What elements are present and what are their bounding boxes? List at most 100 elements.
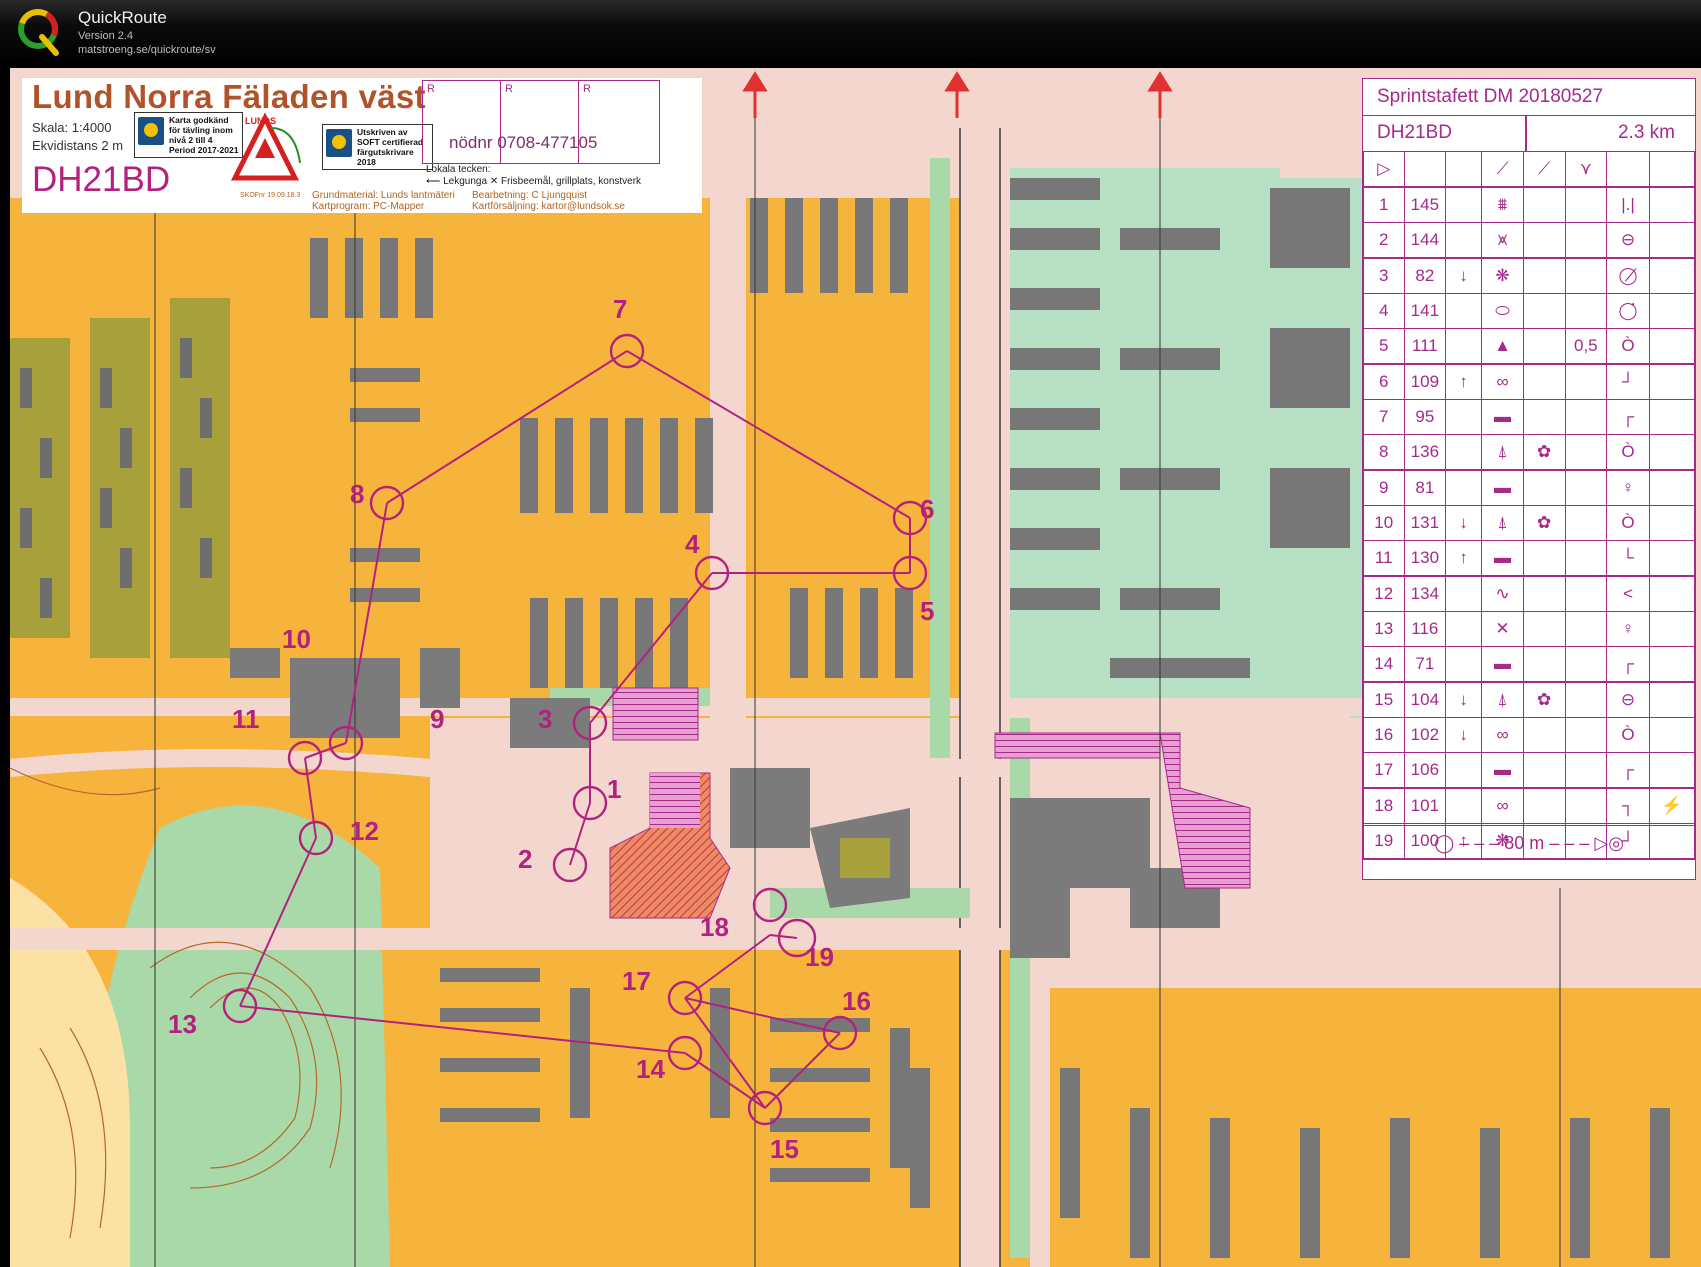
cd-row: 18 101 ∞ ┐ ⚡ (1363, 787, 1696, 824)
cd-appearance-icon (1522, 540, 1566, 577)
orienteering-map[interactable]: 7 8 6 5 4 3 1 2 10 9 11 12 13 14 15 16 1… (10, 68, 1701, 1267)
cd-control-number: 15 (1363, 681, 1405, 718)
cd-row: 9 81 ▬ ♀ (1363, 469, 1696, 506)
map-contour-interval: Ekvidistans 2 m (32, 138, 124, 153)
cd-dimension (1564, 293, 1608, 329)
cross-icon: ✕ (489, 176, 502, 187)
cd-other-icon (1648, 293, 1696, 329)
cd-other-icon (1648, 186, 1696, 223)
print-certification-badge: Utskriven av SOFT certifierad färgutskriv… (322, 124, 433, 170)
app-url[interactable]: matstroeng.se/quickroute/sv (78, 44, 216, 56)
cd-control-code: 81 (1403, 469, 1447, 506)
cd-other-icon (1648, 399, 1696, 435)
cd-direction-icon (1445, 752, 1483, 789)
cd-direction-icon: ↓ (1445, 505, 1483, 541)
cd-control-number: 8 (1363, 434, 1405, 471)
finish-end-icon: – – – ▷◎ (1544, 833, 1624, 853)
control-label: 13 (168, 1009, 197, 1039)
cd-control-code: 111 (1403, 328, 1447, 365)
cd-other-icon (1648, 540, 1696, 577)
soft-logo-icon (326, 129, 352, 157)
control-label: 19 (805, 942, 834, 972)
cd-control-number: 18 (1363, 787, 1405, 824)
cd-feature-icon: ⬭ (1481, 293, 1524, 329)
cd-class-row: DH21BD 2.3 km (1363, 115, 1695, 152)
cd-control-number: 3 (1363, 257, 1405, 294)
cd-control-code: 101 (1403, 787, 1447, 824)
cd-dimension (1564, 787, 1608, 824)
map-credits: Grundmaterial: Lunds lantmäteri Kartprogr… (312, 190, 455, 212)
cd-control-number: 2 (1363, 222, 1405, 259)
cd-feature-icon: ▬ (1481, 646, 1524, 683)
control-label: 17 (622, 966, 651, 996)
cd-row: 14 71 ▬ ┌ (1363, 646, 1696, 683)
cd-location-icon: ┌ (1606, 646, 1650, 683)
app-titlebar: QuickRoute Version 2.4 matstroeng.se/qui… (0, 0, 1701, 64)
cd-dimension (1564, 540, 1608, 577)
cd-control-number: 11 (1363, 540, 1405, 577)
control-label: 14 (636, 1054, 665, 1084)
cd-row: 15 104 ↓ ⍋ ✿ ⊖ (1363, 681, 1696, 718)
cd-row: 10 131 ↓ ⍋ ✿ Ò (1363, 505, 1696, 541)
cd-dimension (1564, 681, 1608, 718)
cd-location-icon: ⊖ (1606, 222, 1650, 259)
cd-appearance-icon (1522, 717, 1566, 753)
cd-control-number: 13 (1363, 611, 1405, 647)
cd-feature-icon: ✕ (1481, 611, 1524, 647)
crossing-icon: ⟋ (1522, 151, 1566, 188)
cd-appearance-icon (1522, 363, 1566, 400)
quickroute-logo-icon (18, 9, 59, 56)
cd-dimension: 0,5 (1564, 328, 1608, 365)
cd-length: 2.3 km (1617, 122, 1675, 143)
control-label: 1 (607, 774, 621, 804)
cd-location-icon: ♀ (1606, 469, 1650, 506)
cd-location-icon: Ò (1606, 434, 1650, 471)
emergency-phone: nödnr 0708-477105 (449, 133, 598, 152)
cd-control-code: 130 (1403, 540, 1447, 577)
cd-direction-icon: ↓ (1445, 681, 1483, 718)
cd-control-code: 145 (1403, 186, 1447, 223)
cd-row: 3 82 ↓ ❋ ◯̸ (1363, 257, 1696, 294)
cd-other-icon (1648, 752, 1696, 789)
svg-text:LUNDS: LUNDS (245, 116, 276, 126)
cd-event-title: Sprintstafett DM 20180527 (1363, 79, 1695, 116)
cd-class: DH21BD (1377, 122, 1452, 143)
recorded-controls-box: R R R nödnr 0708-477105 (422, 80, 660, 164)
cd-other-icon (1648, 222, 1696, 259)
control-label: 5 (920, 596, 934, 626)
cd-feature-icon: ⍋ (1481, 681, 1524, 718)
finish-start-icon: ◯ – – – (1434, 833, 1505, 853)
map-credits-2: Bearbetning: C Ljungquist Kartförsäljning… (472, 190, 625, 212)
cd-feature-icon: ⩩ (1481, 186, 1524, 223)
cd-feature-icon: ⍋ (1481, 505, 1524, 541)
cd-row: 17 106 ▬ ┌ (1363, 752, 1696, 789)
cd-location-icon: ┌ (1606, 399, 1650, 435)
cd-dimension (1564, 575, 1608, 612)
swing-icon: ⟵ (426, 176, 444, 187)
control-label: 4 (685, 529, 700, 559)
control-label: 8 (350, 479, 364, 509)
cd-dimension (1564, 363, 1608, 400)
crossing-icon: ⟋ (1481, 151, 1524, 188)
cd-location-icon: |.| (1606, 186, 1650, 223)
cd-feature-icon: ❋ (1481, 257, 1524, 294)
cd-dimension (1564, 469, 1608, 506)
cd-location-icon: Ò (1606, 328, 1650, 365)
svg-text:OK: OK (257, 166, 271, 176)
cd-row: 1 145 ⩩ |.| (1363, 186, 1696, 223)
cd-appearance-icon: ✿ (1522, 681, 1566, 718)
cd-direction-icon (1445, 787, 1483, 824)
cd-control-number: 7 (1363, 399, 1405, 435)
cd-appearance-icon: ✿ (1522, 505, 1566, 541)
cd-row: 12 134 ∿ < (1363, 575, 1696, 612)
cd-feature-icon: ▬ (1481, 469, 1524, 506)
cd-row: 4 141 ⬭ ◯̇ (1363, 293, 1696, 329)
cd-direction-icon: ↓ (1445, 257, 1483, 294)
cd-control-number: 14 (1363, 646, 1405, 683)
cd-location-icon: ♀ (1606, 611, 1650, 647)
cd-control-code: 102 (1403, 717, 1447, 753)
cd-control-code: 131 (1403, 505, 1447, 541)
cd-other-icon (1648, 646, 1696, 683)
cd-other-icon (1648, 681, 1696, 718)
cd-feature-icon: ⩙ (1481, 222, 1524, 259)
